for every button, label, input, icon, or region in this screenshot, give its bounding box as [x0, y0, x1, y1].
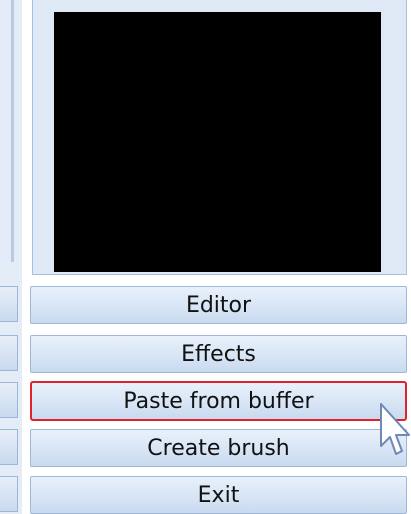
editor-button[interactable]: Editor: [30, 286, 407, 324]
effects-button[interactable]: Effects: [30, 335, 407, 373]
left-tab-1[interactable]: [0, 286, 18, 322]
paste-from-buffer-button[interactable]: Paste from buffer: [30, 381, 407, 421]
left-side-strip: [0, 0, 22, 514]
create-brush-button[interactable]: Create brush: [30, 429, 407, 467]
left-tab-3[interactable]: [0, 382, 18, 418]
preview-canvas: [54, 12, 381, 272]
left-tab-5[interactable]: [0, 476, 18, 512]
create-brush-label: Create brush: [147, 435, 290, 461]
effects-button-label: Effects: [181, 341, 256, 367]
paste-from-buffer-label: Paste from buffer: [123, 388, 314, 414]
left-tab-4[interactable]: [0, 429, 18, 465]
exit-label: Exit: [197, 482, 240, 508]
left-strip-divider: [11, 0, 14, 262]
left-tab-2[interactable]: [0, 335, 18, 371]
exit-button[interactable]: Exit: [30, 476, 407, 514]
editor-button-label: Editor: [185, 292, 252, 318]
